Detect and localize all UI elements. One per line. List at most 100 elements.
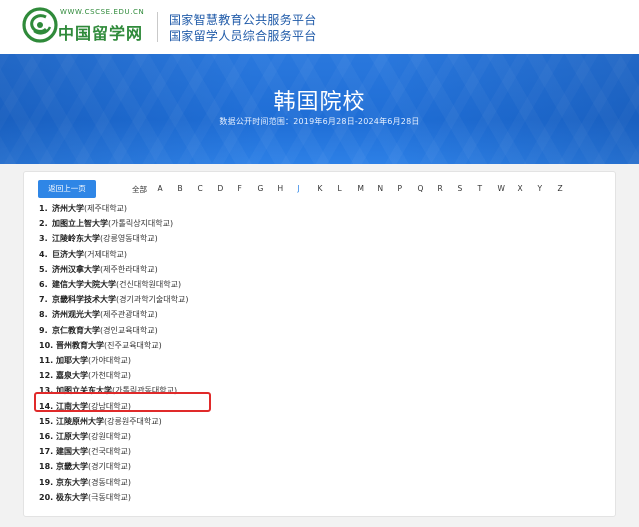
letter-filter-z[interactable]: Z [558, 184, 563, 193]
letter-filter-q[interactable]: Q [418, 184, 424, 193]
page-title: 韩国院校 [273, 90, 366, 115]
school-korean-name: (가천대학교) [88, 371, 132, 381]
school-name: 京东大学(경동대학교) [56, 477, 132, 487]
school-name: 济州大学(제주대학교) [52, 204, 128, 213]
letter-filter-n[interactable]: N [378, 184, 384, 193]
item-number: 1. [39, 204, 48, 213]
item-number: 5. [39, 264, 48, 274]
back-button[interactable]: 返回上一页 [38, 180, 96, 198]
school-name: 江陵岭东大学(강릉영동대학교) [52, 234, 158, 244]
school-korean-name: (가야대학교) [88, 356, 132, 365]
platform-title-line2[interactable]: 国家留学人员综合服务平台 [169, 27, 317, 44]
list-item[interactable]: 1. 济州大学(제주대학교) [39, 202, 127, 216]
letter-filter-j[interactable]: J [298, 184, 300, 193]
school-name: 建国大学(건국대학교) [56, 447, 132, 457]
school-korean-name: (건신대학원대학교) [116, 280, 182, 289]
school-name: 江陵原州大学(강릉원주대학교) [56, 416, 162, 426]
list-item[interactable]: 12. 嘉泉大学(가천대학교) [39, 369, 131, 383]
school-name: 巨济大学(거제대학교) [52, 249, 128, 259]
item-number: 8. [39, 310, 48, 320]
school-name: 晋州教育大学(진주교육대학교) [56, 340, 162, 350]
site-logo[interactable]: WWW.CSCSE.EDU.CN 中国留学网 [22, 7, 152, 47]
letter-filter-b[interactable]: B [178, 184, 183, 193]
letter-filter-h[interactable]: H [278, 184, 284, 193]
list-item[interactable]: 5. 济州汉拿大学(제주한라대학교) [39, 263, 158, 277]
item-number: 19. [39, 477, 54, 487]
school-name: 嘉泉大学(가천대학교) [56, 371, 132, 381]
school-list-card: 返回上一页 全部 A B C D F G H J K L M N P Q R S T W X Y Z 1. 济州大学(제주대… [23, 171, 616, 517]
logo-emblem-icon [22, 7, 58, 43]
school-korean-name: (건국대학교) [88, 447, 132, 457]
school-name: 济州观光大学(제주관광대학교) [52, 310, 158, 320]
letter-filter-w[interactable]: W [498, 184, 505, 193]
top-header: WWW.CSCSE.EDU.CN 中国留学网 国家智慧教育公共服务平台 国家留学… [0, 0, 639, 54]
list-item[interactable]: 9. 京仁教育大学(경인교육대학교) [39, 324, 158, 338]
letter-filter-p[interactable]: P [398, 184, 403, 193]
item-number: 11. [39, 356, 54, 365]
highlight-box [34, 392, 211, 412]
letter-filter-r[interactable]: R [438, 184, 443, 193]
school-korean-name: (강릉원주대학교) [104, 416, 162, 426]
school-name: 极东大学(극동대학교) [56, 492, 132, 502]
list-item[interactable]: 18. 京畿大学(경기대학교) [39, 460, 131, 474]
item-number: 15. [39, 416, 54, 426]
item-number: 6. [39, 280, 48, 289]
item-number: 16. [39, 432, 54, 441]
letter-filter-y[interactable]: Y [538, 184, 543, 193]
letter-filter-d[interactable]: D [218, 184, 224, 193]
logo-name-text: 中国留学网 [58, 24, 144, 43]
school-korean-name: (극동대학교) [88, 492, 132, 502]
letter-filter-l[interactable]: L [338, 184, 342, 193]
item-number: 3. [39, 234, 48, 244]
school-korean-name: (제주관광대학교) [100, 310, 158, 320]
list-item[interactable]: 20. 极东大学(극동대학교) [39, 491, 131, 505]
school-korean-name: (진주교육대학교) [104, 340, 162, 350]
list-item[interactable]: 2. 加图立上智大学(가톨릭상지대학교) [39, 217, 173, 231]
letter-filter-t[interactable]: T [478, 184, 483, 193]
list-item[interactable]: 17. 建国大学(건국대학교) [39, 445, 131, 459]
item-number: 20. [39, 492, 54, 502]
school-korean-name: (경기대학교) [88, 462, 132, 472]
letter-filter-f[interactable]: F [238, 184, 242, 193]
item-number: 2. [39, 219, 48, 229]
list-item[interactable]: 11. 加耶大学(가야대학교) [39, 354, 131, 368]
school-korean-name: (강원대학교) [88, 432, 132, 441]
letter-filter-a[interactable]: A [158, 184, 163, 193]
list-item[interactable]: 15. 江陵原州大学(강릉원주대학교) [39, 415, 162, 429]
list-item[interactable]: 10. 晋州教育大学(진주교육대학교) [39, 339, 162, 353]
item-number: 17. [39, 447, 54, 457]
item-number: 10. [39, 340, 54, 350]
school-name: 加图立上智大学(가톨릭상지대학교) [52, 219, 174, 229]
school-name: 京畿科学技术大学(경기과학기술대학교) [52, 295, 189, 305]
letter-filter-c[interactable]: C [198, 184, 203, 193]
school-korean-name: (경인교육대학교) [100, 325, 158, 335]
list-item[interactable]: 19. 京东大学(경동대학교) [39, 476, 131, 490]
platform-title-line1[interactable]: 国家智慧教育公共服务平台 [169, 11, 317, 28]
list-item[interactable]: 4. 巨济大学(거제대학교) [39, 248, 127, 262]
page-banner: 韩国院校 数据公开时间范围：2019年6月28日-2024年6月28日 [0, 54, 639, 164]
letter-filter-x[interactable]: X [518, 184, 523, 193]
list-item[interactable]: 6. 建信大学大院大学(건신대학원대학교) [39, 278, 181, 292]
letter-filter-g[interactable]: G [258, 184, 264, 193]
item-number: 7. [39, 295, 48, 305]
school-korean-name: (제주대학교) [84, 204, 128, 213]
logo-url-text: WWW.CSCSE.EDU.CN [60, 8, 145, 16]
data-range-note: 数据公开时间范围：2019年6月28日-2024年6月28日 [219, 117, 420, 126]
school-korean-name: (경기과학기술대학교) [116, 295, 189, 305]
list-item[interactable]: 8. 济州观光大学(제주관광대학교) [39, 308, 158, 322]
letter-filter-s[interactable]: S [458, 184, 463, 193]
school-korean-name: (경동대학교) [88, 477, 132, 487]
school-korean-name: (강릉영동대학교) [100, 234, 158, 244]
school-name: 京畿大学(경기대학교) [56, 462, 132, 472]
list-item[interactable]: 16. 江原大学(강원대학교) [39, 430, 131, 444]
school-name: 加耶大学(가야대학교) [56, 356, 132, 365]
letter-filter-m[interactable]: M [358, 184, 364, 193]
header-divider [157, 12, 158, 42]
list-item[interactable]: 3. 江陵岭东大学(강릉영동대학교) [39, 232, 158, 246]
letter-filter-all[interactable]: 全部 [132, 184, 147, 195]
item-number: 18. [39, 462, 54, 472]
school-name: 济州汉拿大学(제주한라대학교) [52, 264, 158, 274]
letter-filter-k[interactable]: K [318, 184, 323, 193]
school-korean-name: (제주한라대학교) [100, 264, 158, 274]
list-item[interactable]: 7. 京畿科学技术大学(경기과학기술대학교) [39, 293, 188, 307]
